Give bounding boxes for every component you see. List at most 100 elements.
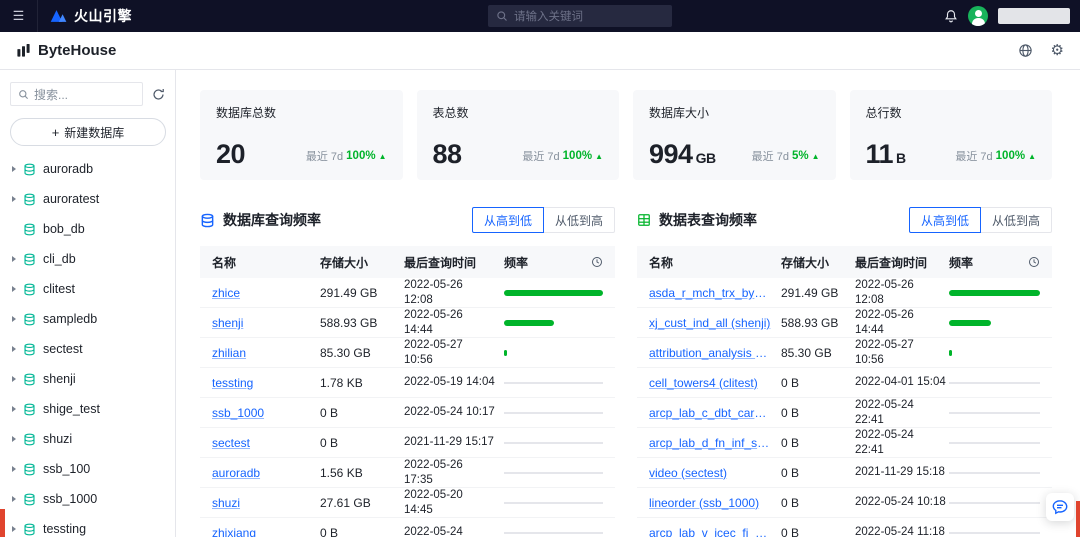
row-name-link[interactable]: arcp_lab_c_dbt_card_t... [649, 406, 781, 420]
sidebar-database-item[interactable]: clitest [0, 274, 175, 304]
sidebar-database-item[interactable]: shenji [0, 364, 175, 394]
frequency-bar [504, 320, 554, 326]
row-name-link[interactable]: arcp_lab_v_icec_fi_pre... [649, 526, 781, 537]
main-layout: 搜索... + 新建数据库 auroradb auroratest [0, 70, 1080, 537]
expand-chevron-icon[interactable] [12, 346, 16, 352]
expand-chevron-icon[interactable] [12, 496, 16, 502]
bytehouse-logo-icon [16, 43, 31, 58]
table-row: xj_cust_ind_all (shenji) 588.93 GB 2022-… [637, 308, 1052, 338]
sort-low-to-high-button[interactable]: 从低到高 [980, 207, 1052, 233]
database-name: sectest [43, 342, 83, 356]
notification-bell-icon[interactable] [944, 9, 958, 23]
column-header-time: 最后查询时间 [855, 254, 949, 271]
sidebar-database-item[interactable]: ssb_100 [0, 454, 175, 484]
stat-card: 数据库总数 20 最近 7d 100% ▲ [200, 90, 403, 180]
stat-label: 表总数 [433, 104, 604, 121]
row-size-cell: 27.61 GB [320, 496, 404, 510]
hamburger-menu-button[interactable]: ☰ [0, 0, 38, 32]
row-name-link[interactable]: ssb_1000 [212, 406, 320, 420]
table-row: arcp_lab_v_icec_fi_pre... 0 B 2022-05-24… [637, 518, 1052, 537]
sidebar-database-item[interactable]: auroratest [0, 184, 175, 214]
sidebar-database-item[interactable]: sectest [0, 334, 175, 364]
sort-high-to-low-button[interactable]: 从高到低 [909, 207, 981, 233]
settings-gear-icon[interactable]: ⚙ [1051, 43, 1064, 58]
row-name-link[interactable]: shenji [212, 316, 320, 330]
sidebar-search-input[interactable]: 搜索... [10, 82, 143, 106]
row-name-link[interactable]: zhixiang [212, 526, 320, 537]
sidebar-database-item[interactable]: cli_db [0, 244, 175, 274]
expand-chevron-icon[interactable] [12, 406, 16, 412]
expand-chevron-icon[interactable] [12, 256, 16, 262]
global-search-input[interactable]: 请输入关键词 [488, 5, 672, 27]
database-icon [23, 253, 36, 266]
row-time-cell: 2022-05-24 22:41 [855, 428, 949, 458]
expand-chevron-icon[interactable] [12, 196, 16, 202]
hamburger-icon: ☰ [13, 8, 25, 23]
frequency-bar [504, 382, 603, 384]
product-tabs [152, 32, 356, 70]
language-globe-icon[interactable] [1018, 43, 1033, 58]
table-row: asda_r_mch_trx_by_hr... 291.49 GB 2022-0… [637, 278, 1052, 308]
database-frequency-table: zhice 291.49 GB 2022-05-26 12:08 shenji … [200, 278, 615, 537]
refresh-icon[interactable] [152, 88, 165, 101]
row-time-cell: 2022-04-01 15:04 [855, 375, 949, 390]
row-frequency-cell [504, 290, 603, 296]
row-frequency-cell [949, 412, 1040, 414]
database-name: ssb_100 [43, 462, 90, 476]
trend-period: 最近 7d [752, 148, 789, 164]
sidebar-database-item[interactable]: sampledb [0, 304, 175, 334]
row-name-link[interactable]: cell_towers4 (clitest) [649, 376, 781, 390]
customer-service-chat-button[interactable] [1046, 493, 1074, 521]
expand-chevron-icon[interactable] [12, 526, 16, 532]
sidebar-database-item[interactable]: tessting [0, 514, 175, 537]
clock-icon [591, 256, 603, 268]
stat-trend: 最近 7d 100% ▲ [955, 148, 1036, 164]
volcano-engine-brand[interactable]: 火山引擎 [50, 6, 132, 26]
sort-low-to-high-button[interactable]: 从低到高 [543, 207, 615, 233]
sidebar-database-item[interactable]: bob_db [0, 214, 175, 244]
row-time-cell: 2022-05-26 14:44 [404, 308, 504, 338]
sidebar-database-item[interactable]: auroradb [0, 154, 175, 184]
row-size-cell: 85.30 GB [781, 346, 855, 360]
sidebar-database-item[interactable]: shige_test [0, 394, 175, 424]
expand-chevron-icon[interactable] [12, 436, 16, 442]
stat-label: 总行数 [866, 104, 1037, 121]
expand-chevron-icon[interactable] [12, 376, 16, 382]
row-name-link[interactable]: shuzi [212, 496, 320, 510]
new-database-button[interactable]: + 新建数据库 [10, 118, 166, 146]
sort-high-to-low-button[interactable]: 从高到低 [472, 207, 544, 233]
frequency-bar [504, 442, 603, 444]
row-size-cell: 291.49 GB [781, 286, 855, 300]
expand-chevron-icon[interactable] [12, 466, 16, 472]
dashboard-content: 数据库总数 20 最近 7d 100% ▲ 表总数 88 最近 7d 100% … [176, 70, 1080, 537]
row-frequency-cell [949, 350, 1040, 356]
table-row: shuzi 27.61 GB 2022-05-20 14:45 [200, 488, 615, 518]
frequency-bar [949, 290, 1040, 296]
expand-chevron-icon[interactable] [12, 286, 16, 292]
expand-chevron-icon[interactable] [12, 316, 16, 322]
bytehouse-brand[interactable]: ByteHouse [16, 42, 116, 59]
row-name-link[interactable]: zhilian [212, 346, 320, 360]
row-name-link[interactable]: sectest [212, 436, 320, 450]
trend-up-arrow-icon: ▲ [595, 152, 603, 161]
row-frequency-cell [504, 412, 603, 414]
row-name-link[interactable]: asda_r_mch_trx_by_hr... [649, 286, 781, 300]
row-name-link[interactable]: attribution_analysis (z... [649, 346, 781, 360]
row-name-link[interactable]: arcp_lab_d_fn_inf_s (z... [649, 436, 781, 450]
row-name-link[interactable]: zhice [212, 286, 320, 300]
row-name-link[interactable]: video (sectest) [649, 466, 781, 480]
row-name-link[interactable]: tessting [212, 376, 320, 390]
row-name-link[interactable]: xj_cust_ind_all (shenji) [649, 316, 781, 330]
sidebar-database-item[interactable]: ssb_1000 [0, 484, 175, 514]
expand-chevron-icon[interactable] [12, 166, 16, 172]
table-row: ssb_1000 0 B 2022-05-24 10:17 [200, 398, 615, 428]
screen-edge-artifact [0, 509, 5, 537]
sidebar-database-item[interactable]: shuzi [0, 424, 175, 454]
row-size-cell: 0 B [781, 526, 855, 537]
row-name-link[interactable]: lineorder (ssb_1000) [649, 496, 781, 510]
table-frequency-table: asda_r_mch_trx_by_hr... 291.49 GB 2022-0… [637, 278, 1052, 537]
top-navigation-bar: ☰ 火山引擎 请输入关键词 [0, 0, 1080, 32]
stats-row: 数据库总数 20 最近 7d 100% ▲ 表总数 88 最近 7d 100% … [200, 90, 1052, 180]
row-name-link[interactable]: auroradb [212, 466, 320, 480]
user-avatar[interactable] [968, 6, 988, 26]
